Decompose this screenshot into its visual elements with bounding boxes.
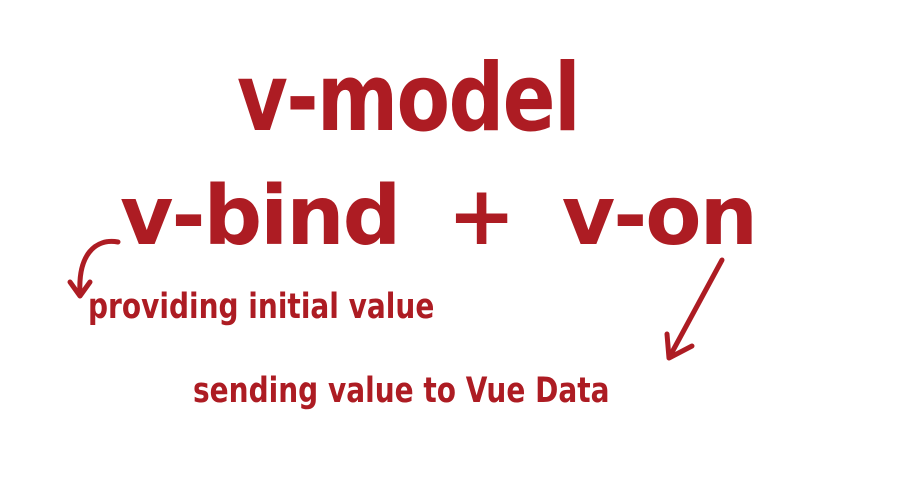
plus-operator: + (447, 169, 516, 264)
v-bind-annotation: providing initial value (88, 287, 435, 327)
v-on-term: v-on (561, 169, 758, 264)
left-arrowhead (67, 279, 93, 299)
v-on-annotation: sending value to Vue Data (193, 371, 610, 411)
formula-row: v-bind + v-on (120, 169, 758, 264)
right-arrow (667, 257, 725, 359)
left-arrow (77, 238, 121, 296)
right-arrowhead (664, 331, 695, 361)
v-bind-term: v-bind (120, 169, 401, 264)
diagram-title: v-model (237, 44, 581, 153)
